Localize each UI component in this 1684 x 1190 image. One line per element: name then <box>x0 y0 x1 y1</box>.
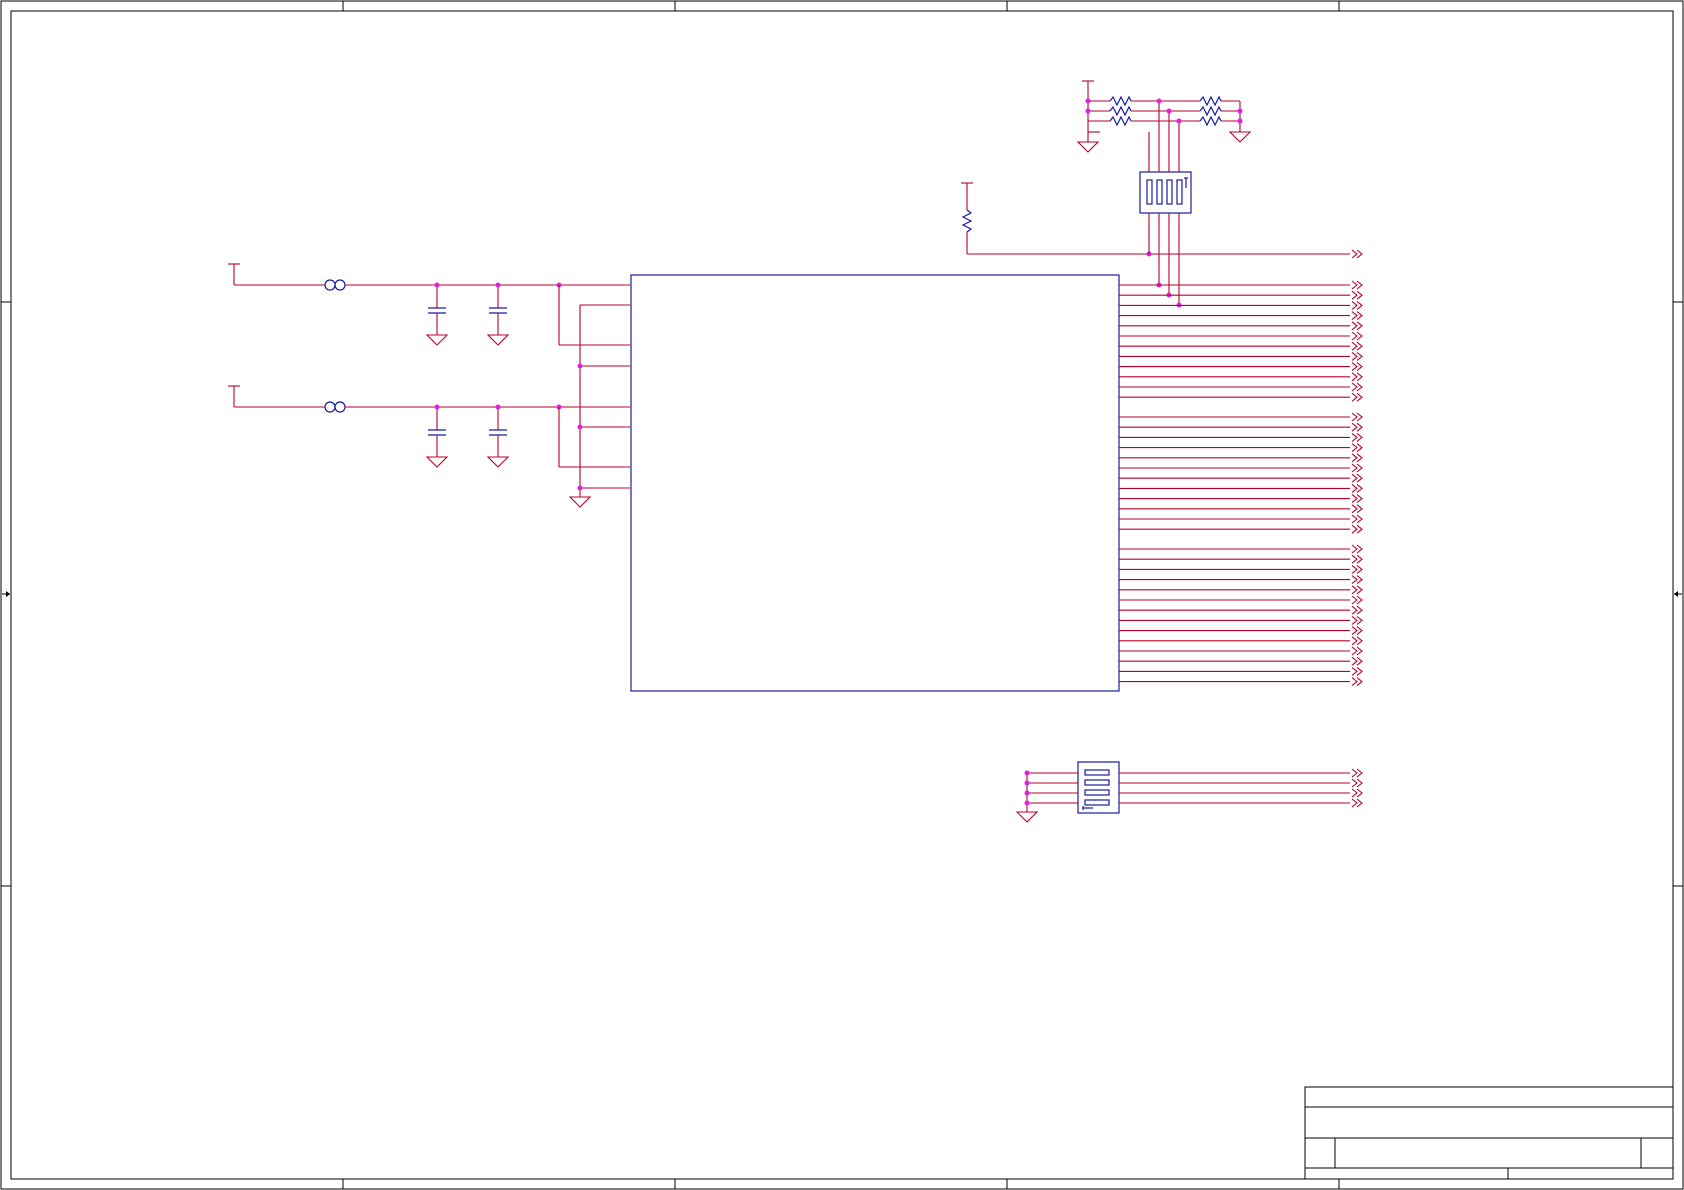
off-page-connector-icon <box>1351 321 1363 331</box>
junction-dot <box>1024 790 1030 796</box>
off-page-connector-icon <box>1351 412 1363 422</box>
off-page-connector-icon <box>1351 564 1363 574</box>
off-page-connector-icon <box>1351 788 1363 798</box>
off-page-connector-icon <box>1351 483 1363 493</box>
ic-ground-bus <box>568 304 630 508</box>
center-marker-right-icon <box>1674 591 1682 597</box>
junction-dot <box>1024 800 1030 806</box>
power-rail-1 <box>228 263 630 346</box>
off-page-connector-icon <box>1351 422 1363 432</box>
off-page-connector-icon <box>1351 595 1363 605</box>
off-page-connector-icon <box>1351 524 1363 534</box>
config-resistor-network <box>1076 80 1252 308</box>
off-page-connector-icon <box>1351 463 1363 473</box>
off-page-connector-icon <box>1351 362 1363 372</box>
off-page-connector-icon <box>1351 666 1363 676</box>
off-page-connector-icon <box>1351 504 1363 514</box>
ground-icon <box>568 496 592 508</box>
off-page-connector-icon <box>1351 473 1363 483</box>
off-page-connector-icon <box>1351 636 1363 646</box>
resistor-icon <box>1109 95 1132 107</box>
capacitor-icon <box>425 285 449 346</box>
capacitor-icon <box>486 407 510 468</box>
power-supply-icon <box>228 263 240 285</box>
dip-switch-4pos <box>1077 761 1120 814</box>
off-page-connector-icon <box>1351 656 1363 666</box>
ground-icon <box>1076 141 1100 153</box>
off-page-connector-icon <box>1351 290 1363 300</box>
off-page-connector-icon <box>1351 300 1363 310</box>
capacitor-icon <box>486 285 510 346</box>
resistor-icon <box>1199 105 1222 117</box>
off-page-connector-icon <box>1351 453 1363 463</box>
resistor-icon <box>1199 95 1222 107</box>
off-page-connector-icon <box>1351 605 1363 615</box>
off-page-connector-icon <box>1351 554 1363 564</box>
dip-switch-4pos <box>1139 171 1192 214</box>
bottom-switch-block <box>1015 761 1363 823</box>
ferrite-bead-icon <box>324 401 346 413</box>
off-page-connector-icon <box>1351 778 1363 788</box>
off-page-connector-icon <box>1351 615 1363 625</box>
off-page-connector-icon <box>1351 768 1363 778</box>
off-page-connector-icon <box>1351 432 1363 442</box>
off-page-connector-icon <box>1351 331 1363 341</box>
ground-icon <box>1228 131 1252 143</box>
off-page-connector-icon <box>1351 514 1363 524</box>
off-page-connector-icon <box>1351 392 1363 402</box>
drawing-frame <box>0 0 1684 1190</box>
off-page-connector-icon <box>1351 351 1363 361</box>
off-page-connector-icon <box>1351 646 1363 656</box>
schematic-sheet <box>0 0 1684 1190</box>
title-block <box>1304 1086 1674 1180</box>
off-page-connector-icon <box>1351 626 1363 636</box>
resistor-icon <box>1199 115 1222 127</box>
off-page-connector-icon <box>1351 372 1363 382</box>
junction-dot <box>1024 770 1030 776</box>
off-page-connector-icon <box>1351 494 1363 504</box>
capacitor-icon <box>425 407 449 468</box>
resistor-icon <box>1109 115 1132 127</box>
power-rail-2 <box>228 385 630 468</box>
ground-icon <box>1015 811 1039 823</box>
off-page-connector-icon <box>1351 311 1363 321</box>
output-signal-buses <box>1119 280 1363 687</box>
junction-dot <box>1024 780 1030 786</box>
center-marker-left-icon <box>2 591 10 597</box>
off-page-connector-icon <box>1351 544 1363 554</box>
off-page-connector-icon <box>1351 585 1363 595</box>
off-page-connector-icon <box>1351 677 1363 687</box>
power-supply-icon <box>228 385 240 407</box>
off-page-connector-icon <box>1351 249 1363 259</box>
off-page-connector-icon <box>1351 575 1363 585</box>
ferrite-bead-icon <box>324 279 346 291</box>
off-page-connector-icon <box>1351 798 1363 808</box>
resistor-icon <box>1109 105 1132 117</box>
off-page-connector-icon <box>1351 341 1363 351</box>
off-page-connector-icon <box>1351 443 1363 453</box>
off-page-connector-icon <box>1351 280 1363 290</box>
off-page-connector-icon <box>1351 382 1363 392</box>
resistor-icon <box>961 209 973 233</box>
ic-body <box>630 274 1120 692</box>
